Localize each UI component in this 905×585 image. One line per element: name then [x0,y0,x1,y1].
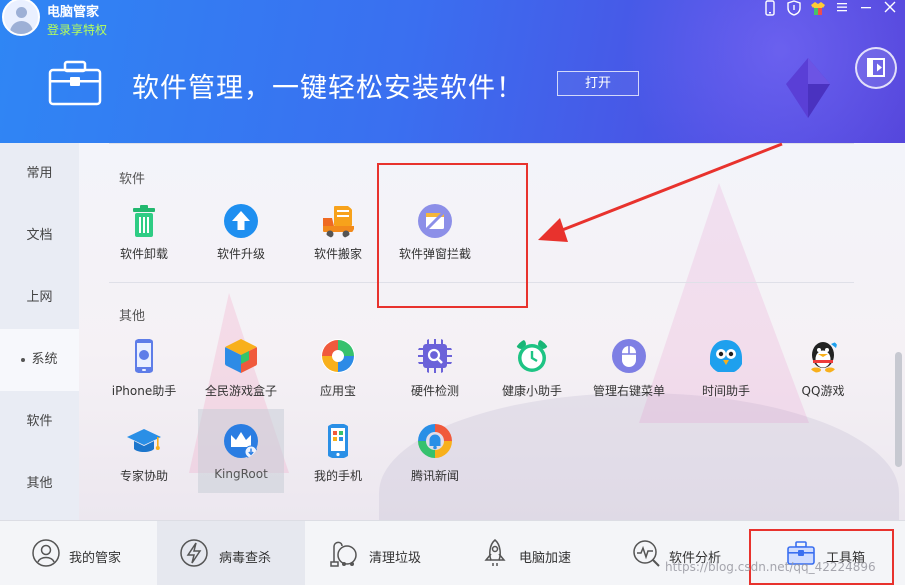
nav-item-software[interactable]: 软件 [0,391,79,453]
alarm-clock-icon [516,339,548,372]
content-scrollbar[interactable] [895,352,902,467]
tile-my-phone[interactable]: 我的手机 [295,423,381,507]
annotation-box-toolbox [749,529,894,585]
tile-label: QQ游戏 [801,384,845,398]
nav-item-system[interactable]: 系统 [0,329,79,391]
nav-item-internet[interactable]: 上网 [0,267,79,329]
avatar[interactable] [2,0,40,36]
tile-software-move[interactable]: 软件搬家 [295,203,381,287]
tab-label: 病毒查杀 [219,551,272,566]
crown-icon [224,424,258,459]
left-category-nav: 常用 文档 上网 系统 软件 其他 [0,143,79,520]
collapse-sidebar-button[interactable] [855,47,897,89]
phone-icon [328,424,348,458]
nav-item-other[interactable]: 其他 [0,453,79,515]
mouse-icon [612,339,646,373]
tile-software-uninstall[interactable]: 软件卸载 [101,203,187,287]
mobile-icon[interactable] [761,0,779,18]
shield-avatar-icon [32,539,60,567]
app-title: 电脑管家 [47,5,100,20]
tile-hardware-check[interactable]: 硬件检测 [392,338,478,422]
tile-tencent-news[interactable]: 腾讯新闻 [392,423,478,507]
panel-toggle-icon [867,58,885,77]
tab-label: 清理垃圾 [369,551,422,566]
tile-iphone-helper[interactable]: iPhone助手 [101,338,187,422]
tab-my-manager[interactable]: 我的管家 [0,521,155,585]
tab-label: 我的管家 [69,551,122,566]
trash-icon [133,205,155,237]
banner-title: 软件管理，一键轻松安装软件！ [132,73,524,104]
diamond-decoration [786,58,830,118]
tile-kingroot[interactable]: KingRoot [198,409,284,493]
qq-penguin-icon [811,341,838,373]
truck-icon [323,206,354,238]
vacuum-icon [330,541,357,567]
tile-qq-game[interactable]: QQ游戏 [780,338,866,422]
nav-item-documents[interactable]: 文档 [0,205,79,267]
iphone-icon [135,339,153,373]
open-button[interactable]: 打开 [557,71,639,96]
annotation-box-popup-block [377,163,528,308]
skin-shirt-icon[interactable] [809,0,827,18]
tile-software-upgrade[interactable]: 软件升级 [198,203,284,287]
tile-expert-assist[interactable]: 专家协助 [101,423,187,507]
tab-label: 电脑加速 [519,551,572,566]
tab-software-analysis[interactable]: 软件分析 [605,521,748,585]
toolbox-icon [48,60,102,106]
graduation-cap-icon [127,429,161,452]
analysis-icon [633,540,660,567]
annotation-arrow-icon [538,142,783,242]
menu-icon[interactable] [833,0,851,18]
shield-icon[interactable] [785,0,803,18]
tile-time-helper[interactable]: 时间助手 [683,338,769,422]
bird-icon [710,340,742,372]
nav-item-common[interactable]: 常用 [0,143,79,205]
app-store-icon [321,339,355,373]
upgrade-icon [224,204,258,238]
tile-right-click-menu[interactable]: 管理右键菜单 [586,338,672,422]
login-link[interactable]: 登录享特权 [47,21,107,38]
game-box-icon [225,339,257,373]
section-title-other: 其他 [119,309,146,324]
news-bell-icon [418,424,452,458]
tab-virus-scan[interactable]: 病毒查杀 [157,521,305,585]
watermark-text: https://blog.csdn.net/qq_42224896 [665,560,876,574]
tile-label: 腾讯新闻 [410,469,459,483]
window-controls [761,0,899,18]
tab-clean-junk[interactable]: 清理垃圾 [305,521,455,585]
tile-app-store[interactable]: 应用宝 [295,338,381,422]
lightning-icon [180,539,208,567]
tile-health-helper[interactable]: 健康小助手 [489,338,575,422]
hardware-check-icon [418,339,452,373]
close-icon[interactable] [881,0,899,18]
section-title-software: 软件 [119,172,146,187]
header-banner: 电脑管家 登录享特权 软件管理，一键轻松安装软件！ 打开 [0,0,905,143]
rocket-icon [484,539,506,566]
tab-speedup[interactable]: 电脑加速 [455,521,605,585]
minimize-icon[interactable] [857,0,875,18]
